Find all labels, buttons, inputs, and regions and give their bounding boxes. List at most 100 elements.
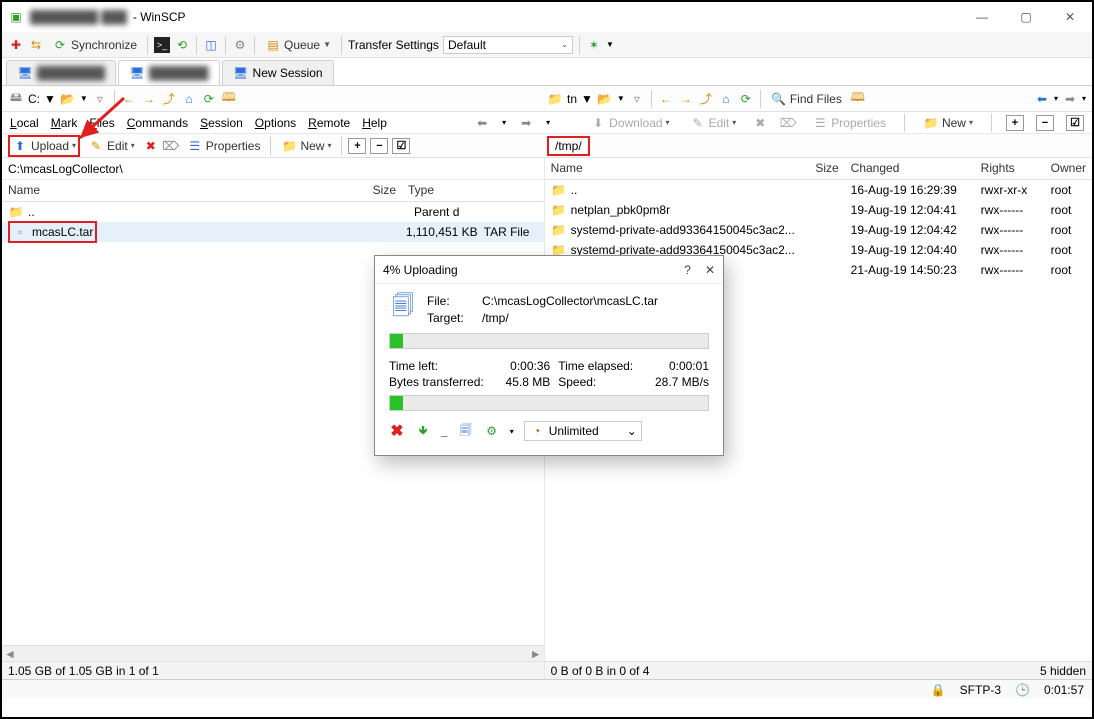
check-button[interactable]: ☑ — [392, 138, 410, 154]
dialog-close-button[interactable]: ✕ — [705, 263, 715, 277]
nav-back-icon[interactable]: ⬅ — [474, 115, 490, 131]
filter-icon[interactable]: ▿ — [92, 91, 108, 107]
col-size[interactable]: Size — [795, 158, 845, 179]
close-button[interactable]: ✕ — [1048, 3, 1092, 31]
speed-limit-dropdown[interactable]: ◔ Unlimited ⌄ — [524, 421, 642, 441]
rename-icon[interactable]: ⌦ — [780, 115, 796, 131]
col-size[interactable]: Size — [302, 180, 402, 201]
download-button[interactable]: ⬇Download▾ — [586, 113, 673, 133]
monitor-icon: 🖥 — [17, 65, 33, 81]
refresh-both-icon[interactable]: ⟲ — [174, 37, 190, 53]
local-new-button[interactable]: 📁New▾ — [277, 136, 335, 156]
local-edit-button[interactable]: ✎Edit▾ — [84, 136, 139, 156]
separator — [114, 90, 115, 108]
maximize-button[interactable]: ▢ — [1004, 3, 1048, 31]
sync-icon[interactable]: ✚ — [8, 37, 24, 53]
find-files-label: Find Files — [790, 92, 842, 106]
col-type[interactable]: Type — [402, 180, 544, 201]
left-drive-label[interactable]: C: — [28, 92, 40, 106]
queue-button[interactable]: ▤Queue▼ — [261, 35, 335, 55]
hscroll[interactable]: ◄► — [2, 645, 544, 661]
find-files-button[interactable]: 🔍Find Files — [767, 89, 846, 109]
fwd-folder-icon[interactable]: → — [141, 91, 157, 107]
separator — [904, 114, 905, 132]
session-tab-1[interactable]: 🖥████████ — [6, 60, 116, 85]
menu-mark[interactable]: Mark — [51, 116, 78, 130]
menu-commands[interactable]: Commands — [127, 116, 188, 130]
minimize-icon[interactable]: _ — [441, 424, 448, 438]
remote-path[interactable]: /tmp/ — [547, 136, 590, 156]
background-icon[interactable]: 🢃 — [415, 423, 431, 439]
menu-help[interactable]: Help — [362, 116, 387, 130]
layout-icon[interactable]: ◫ — [203, 37, 219, 53]
upload-icon: ⬆ — [12, 138, 28, 154]
back-folder-icon[interactable]: ← — [658, 91, 674, 107]
list-item-parent[interactable]: 📁 .. 16-Aug-19 16:29:39 rwxr-xr-x root — [545, 180, 1092, 200]
remote-properties-button[interactable]: ☰Properties — [808, 113, 890, 133]
list-item[interactable]: 📁 systemd-private-add93364150045c3ac2...… — [545, 220, 1092, 240]
dialog-help-button[interactable]: ? — [684, 263, 691, 277]
remote-new-button[interactable]: 📁New▾ — [919, 113, 977, 133]
list-item[interactable]: ▫ mcasLC.tar 1,110,451 KB TAR File — [2, 222, 544, 242]
refresh-icon[interactable]: ⟳ — [738, 91, 754, 107]
local-properties-button[interactable]: ☰Properties — [183, 136, 265, 156]
right-drive-label[interactable]: tn — [567, 92, 577, 106]
minus-button[interactable]: − — [370, 138, 388, 154]
plus-button[interactable]: + — [348, 138, 366, 154]
col-name[interactable]: Name — [545, 158, 795, 179]
rename-icon[interactable]: ⌦ — [163, 138, 179, 154]
home-icon[interactable]: ⌂ — [181, 91, 197, 107]
col-changed[interactable]: Changed — [845, 158, 975, 179]
once-done-icon[interactable]: ⚙ — [484, 423, 500, 439]
home-icon[interactable]: ⌂ — [718, 91, 734, 107]
refresh-icon[interactable]: ⟳ — [201, 91, 217, 107]
session-tab-2[interactable]: 🖥███████ — [118, 60, 220, 85]
nav-fwd-icon[interactable]: ➡ — [518, 115, 534, 131]
minus-button[interactable]: − — [1036, 115, 1054, 131]
transfer-settings-dropdown[interactable]: Default⌄ — [443, 36, 573, 54]
menu-remote[interactable]: Remote — [308, 116, 350, 130]
manage-icon[interactable]: ✶ — [586, 37, 602, 53]
delete-icon[interactable]: ✖ — [143, 138, 159, 154]
col-rights[interactable]: Rights — [975, 158, 1045, 179]
timeleft-value: 0:00:36 — [499, 359, 551, 373]
open-folder-icon[interactable]: 📂 — [597, 91, 613, 107]
menu-options[interactable]: Options — [255, 116, 296, 130]
menu-files[interactable]: Files — [89, 116, 114, 130]
cancel-icon[interactable]: ✖ — [389, 423, 405, 439]
remote-edit-button[interactable]: ✎Edit▾ — [686, 113, 741, 133]
dialog-titlebar[interactable]: 4% Uploading ? ✕ — [375, 256, 723, 284]
bookmark-icon[interactable]: 🕮 — [221, 91, 237, 107]
list-item-parent[interactable]: 📁 .. Parent d — [2, 202, 544, 222]
upload-button[interactable]: ⬆Upload▾ — [8, 135, 80, 157]
toolbar-main: ✚ ⇆ ⟳Synchronize >_ ⟲ ◫ ⚙ ▤Queue▼ Transf… — [2, 32, 1092, 58]
nav-back-icon[interactable]: ⬅ — [1034, 91, 1050, 107]
bookmark-icon[interactable]: 🕮 — [850, 91, 866, 107]
separator — [254, 36, 255, 54]
menu-local[interactable]: Local — [10, 116, 39, 130]
menu-session[interactable]: Session — [200, 116, 243, 130]
synchronize-button[interactable]: ⟳Synchronize — [48, 35, 141, 55]
list-item[interactable]: 📁 netplan_pbk0pm8r 19-Aug-19 12:04:41 rw… — [545, 200, 1092, 220]
new-session-tab[interactable]: 🖥New Session — [222, 60, 334, 85]
delete-icon[interactable]: ✖ — [752, 115, 768, 131]
cell-owner: root — [1051, 223, 1072, 237]
gear-icon[interactable]: ⚙ — [232, 37, 248, 53]
fwd-folder-icon[interactable]: → — [678, 91, 694, 107]
plus-button[interactable]: + — [1006, 115, 1024, 131]
minimize-button[interactable]: — — [960, 3, 1004, 31]
open-folder-icon[interactable]: 📂 — [60, 91, 76, 107]
copy-settings-icon[interactable]: 🗐 — [458, 423, 474, 439]
up-folder-icon[interactable]: ⤴ — [161, 91, 177, 107]
col-owner[interactable]: Owner — [1045, 158, 1092, 179]
terminal-icon[interactable]: >_ — [154, 37, 170, 53]
back-folder-icon[interactable]: ← — [121, 91, 137, 107]
nav-fwd-icon[interactable]: ➡ — [1062, 91, 1078, 107]
folder-pair-icon[interactable]: ⇆ — [28, 37, 44, 53]
col-name[interactable]: Name — [2, 180, 302, 201]
filter-icon[interactable]: ▿ — [629, 91, 645, 107]
remote-hidden: 5 hidden — [1040, 664, 1086, 678]
up-folder-icon[interactable]: ⤴ — [698, 91, 714, 107]
check-button[interactable]: ☑ — [1066, 115, 1084, 131]
local-path-bar[interactable]: C:\mcasLogCollector\ — [2, 158, 544, 180]
